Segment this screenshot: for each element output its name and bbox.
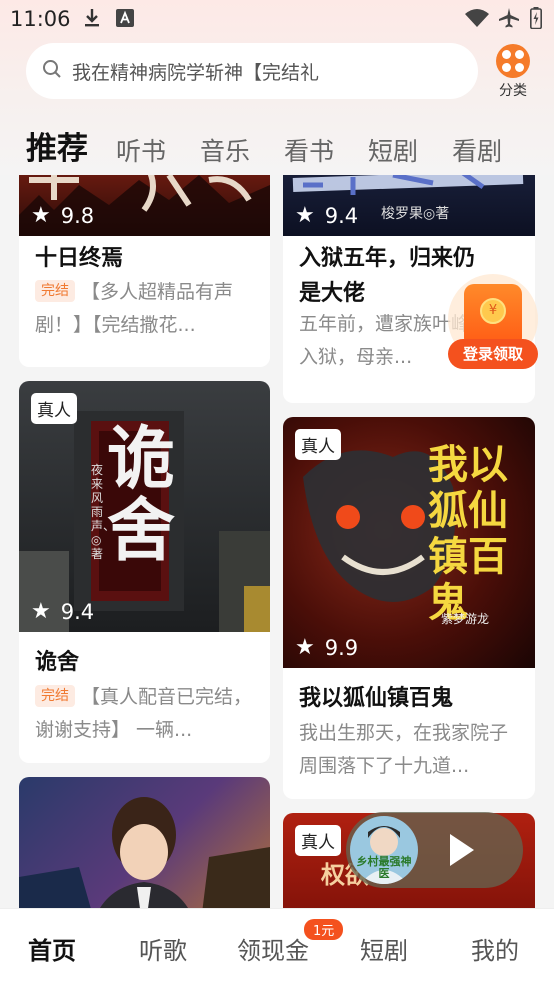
book-cover bbox=[19, 777, 270, 908]
mini-player-cover-text: 乡村最强神医 bbox=[356, 855, 412, 880]
cash-badge: 1元 bbox=[304, 919, 344, 940]
mini-player[interactable]: 乡村最强神医 bbox=[346, 812, 523, 888]
book-title: 我以狐仙镇百鬼 bbox=[299, 686, 454, 711]
cover-title: 诡舍 bbox=[107, 419, 176, 571]
book-card[interactable]: ★ 9.8 十日终焉 完结 【多人超精品有声剧！】【完结撒花... bbox=[19, 175, 270, 367]
rating: ★ 9.4 bbox=[295, 203, 358, 228]
completed-tag: 完结 bbox=[35, 280, 75, 302]
coin-icon: ¥ bbox=[480, 298, 506, 324]
tab-music[interactable]: 音乐 bbox=[200, 132, 250, 168]
rating: ★ 9.8 bbox=[31, 203, 94, 228]
content-tabs: 推荐 听书 音乐 看书 短剧 看剧 bbox=[26, 118, 536, 168]
tab-reading[interactable]: 看书 bbox=[284, 132, 334, 168]
tab-recommend[interactable]: 推荐 bbox=[26, 123, 88, 168]
star-icon: ★ bbox=[295, 203, 315, 228]
rating-value: 9.4 bbox=[324, 203, 359, 228]
wifi-icon bbox=[464, 8, 490, 28]
book-card[interactable]: 我以狐仙镇百鬼 紫梦游龙 真人 ★ 9.9 我以狐仙镇百鬼 我出生那天，在我家院… bbox=[283, 417, 535, 799]
tab-short-drama[interactable]: 短剧 bbox=[368, 132, 418, 168]
app-notification-icon bbox=[116, 8, 134, 28]
star-icon: ★ bbox=[295, 635, 315, 660]
completed-tag: 完结 bbox=[35, 685, 75, 707]
rating-value: 9.8 bbox=[60, 203, 95, 228]
book-cover: 梭罗果◎著 ★ 9.4 bbox=[283, 175, 535, 236]
tab-audiobooks[interactable]: 听书 bbox=[116, 132, 166, 168]
nav-listen-music[interactable]: 听歌 bbox=[139, 931, 187, 966]
promo-label: 登录领取 bbox=[448, 339, 538, 369]
book-description: 完结 【真人配音已完结，谢谢支持】 一辆... bbox=[35, 681, 256, 747]
cover-title: 我以狐仙镇百鬼 bbox=[428, 441, 508, 626]
category-label: 分类 bbox=[499, 83, 527, 99]
rating-value: 9.9 bbox=[324, 635, 359, 660]
nav-profile[interactable]: 我的 bbox=[471, 931, 519, 966]
book-title: 诡舍 bbox=[35, 650, 80, 675]
cover-author: 梭罗果◎著 bbox=[381, 206, 450, 222]
real-voice-badge: 真人 bbox=[295, 825, 341, 856]
book-cover: 诡舍 夜来风雨声、◎著 真人 ★ 9.4 bbox=[19, 381, 270, 632]
bottom-navigation: 首页 听歌 领现金 1元 短剧 我的 bbox=[0, 908, 554, 984]
download-icon bbox=[82, 8, 102, 28]
book-card[interactable]: 诡舍 夜来风雨声、◎著 真人 ★ 9.4 诡舍 完结 【真人配音已完结，谢谢支持】… bbox=[19, 381, 270, 763]
search-icon bbox=[42, 59, 62, 83]
book-card[interactable] bbox=[19, 777, 270, 908]
status-bar: 11:06 bbox=[0, 0, 554, 36]
play-icon[interactable] bbox=[450, 834, 474, 866]
battery-charging-icon bbox=[530, 7, 542, 29]
cover-author: 夜来风雨声、◎著 bbox=[91, 463, 116, 561]
book-title-line1: 入狱五年，归来仍 bbox=[299, 246, 476, 271]
rating: ★ 9.4 bbox=[31, 599, 94, 624]
airplane-mode-icon bbox=[497, 8, 521, 28]
mini-player-cover: 乡村最强神医 bbox=[350, 816, 418, 884]
nav-home[interactable]: 首页 bbox=[28, 931, 76, 966]
search-placeholder: 我在精神病院学斩神【完结礼 bbox=[72, 61, 320, 84]
book-cover: 我以狐仙镇百鬼 紫梦游龙 真人 ★ 9.9 bbox=[283, 417, 535, 668]
tab-drama[interactable]: 看剧 bbox=[452, 132, 502, 168]
category-button[interactable]: 分类 bbox=[494, 44, 532, 100]
star-icon: ★ bbox=[31, 203, 51, 228]
real-voice-badge: 真人 bbox=[295, 429, 341, 460]
category-grid-icon bbox=[496, 44, 530, 78]
book-title-line2: 是大佬 bbox=[299, 281, 366, 306]
star-icon: ★ bbox=[31, 599, 51, 624]
login-reward-promo[interactable]: ¥ 登录领取 bbox=[446, 272, 540, 372]
rating: ★ 9.9 bbox=[295, 635, 358, 660]
nav-earn-cash[interactable]: 领现金 bbox=[237, 931, 309, 966]
status-time: 11:06 bbox=[10, 7, 71, 31]
book-cover: ★ 9.8 bbox=[19, 175, 270, 236]
rating-value: 9.4 bbox=[60, 599, 95, 624]
cover-author: 紫梦游龙 bbox=[441, 612, 490, 626]
nav-short-drama[interactable]: 短剧 bbox=[360, 931, 408, 966]
search-bar[interactable]: 我在精神病院学斩神【完结礼 bbox=[26, 43, 478, 99]
real-voice-badge: 真人 bbox=[31, 393, 77, 424]
book-description: 我出生那天，在我家院子周围落下了十九道... bbox=[299, 722, 509, 777]
book-title: 十日终焉 bbox=[35, 246, 124, 271]
book-description: 完结 【多人超精品有声剧！】【完结撒花... bbox=[35, 276, 256, 342]
